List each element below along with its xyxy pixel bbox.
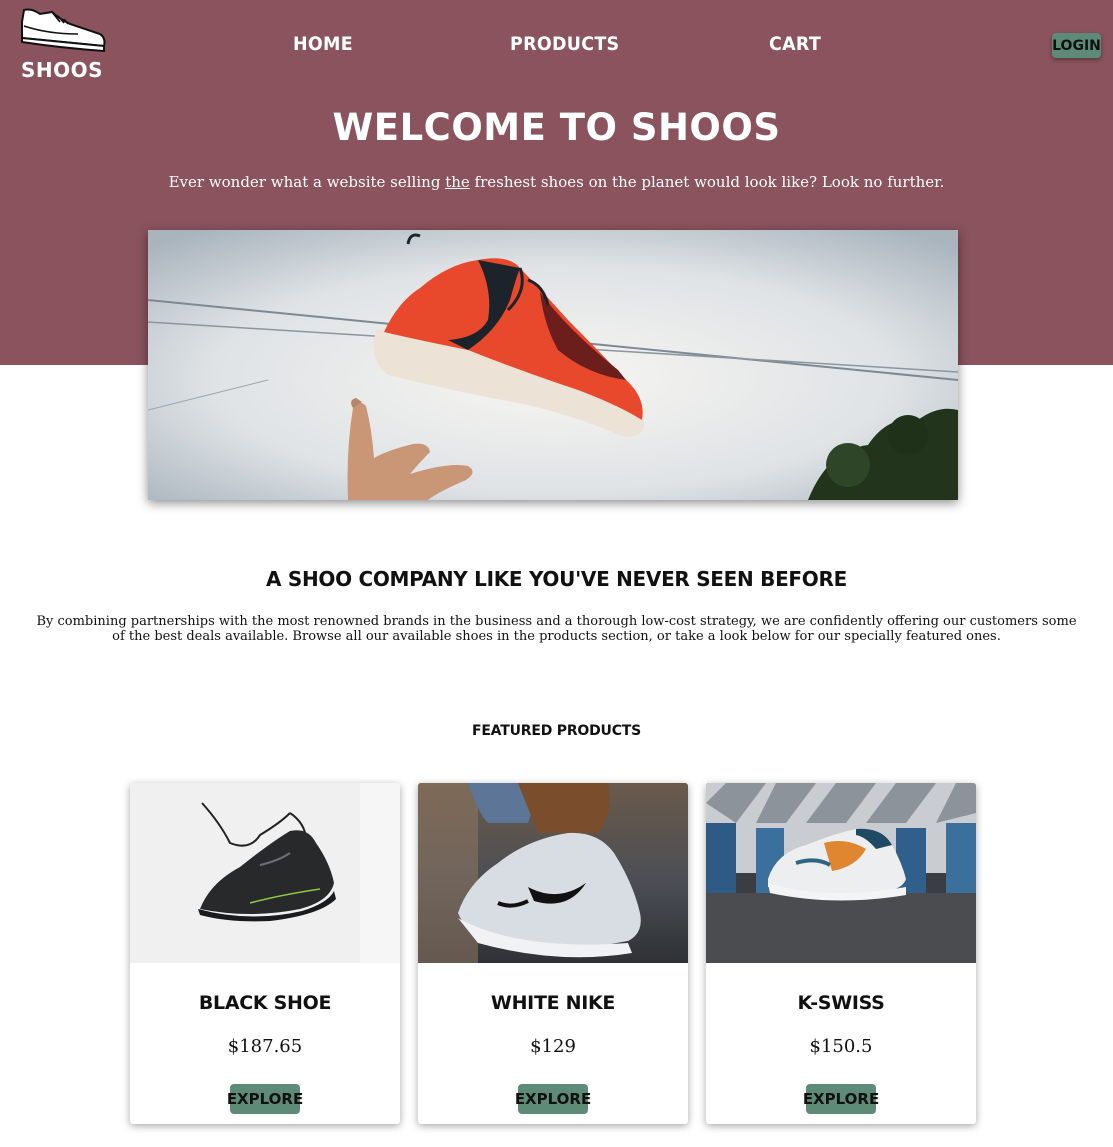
hero-title: WELCOME TO SHOOS	[332, 106, 781, 149]
hero-subtitle: Ever wonder what a website selling the f…	[0, 173, 1113, 191]
product-image	[706, 783, 976, 963]
logo-link[interactable]: SHOOS	[16, 4, 108, 84]
nav-home[interactable]: HOME	[293, 33, 353, 55]
explore-button[interactable]: EXPLORE	[227, 1084, 303, 1114]
sneaker-outline-icon	[21, 8, 106, 53]
logo-text: SHOOS	[20, 58, 104, 82]
product-image	[130, 783, 400, 963]
featured-title: FEATURED PRODUCTS	[471, 723, 642, 739]
product-card-k-swiss[interactable]: K-SWISS $150.5 EXPLORE	[706, 783, 976, 1124]
explore-button[interactable]: EXPLORE	[803, 1084, 879, 1114]
hero-subtitle-start: Ever wonder what a website selling	[168, 173, 446, 191]
product-price: $187.65	[227, 1036, 303, 1057]
nav-cart[interactable]: CART	[769, 33, 821, 55]
product-name: WHITE NIKE	[490, 992, 616, 1014]
about-body: By combining partnerships with the most …	[36, 614, 1077, 644]
product-name: K-SWISS	[797, 992, 885, 1014]
nav-products[interactable]: PRODUCTS	[510, 33, 619, 55]
flying-sneaker-photo	[148, 230, 958, 500]
hero-image	[148, 230, 958, 500]
explore-button[interactable]: EXPLORE	[515, 1084, 591, 1114]
product-card-white-nike[interactable]: WHITE NIKE $129 EXPLORE	[418, 783, 688, 1124]
product-price: $129	[530, 1036, 576, 1057]
product-image	[418, 783, 688, 963]
about-title: A SHOO COMPANY LIKE YOU'VE NEVER SEEN BE…	[266, 567, 847, 591]
hero-subtitle-end: freshest shoes on the planet would look …	[469, 173, 945, 191]
product-card-black-shoe[interactable]: BLACK SHOE $187.65 EXPLORE	[130, 783, 400, 1124]
hero-subtitle-emphasis: the	[445, 173, 470, 191]
login-button[interactable]: LOGIN	[1052, 33, 1101, 58]
product-name: BLACK SHOE	[198, 992, 332, 1014]
k-swiss-photo	[706, 783, 976, 963]
product-price: $150.5	[809, 1036, 873, 1057]
black-shoe-photo	[130, 783, 400, 963]
white-nike-photo	[418, 783, 688, 963]
